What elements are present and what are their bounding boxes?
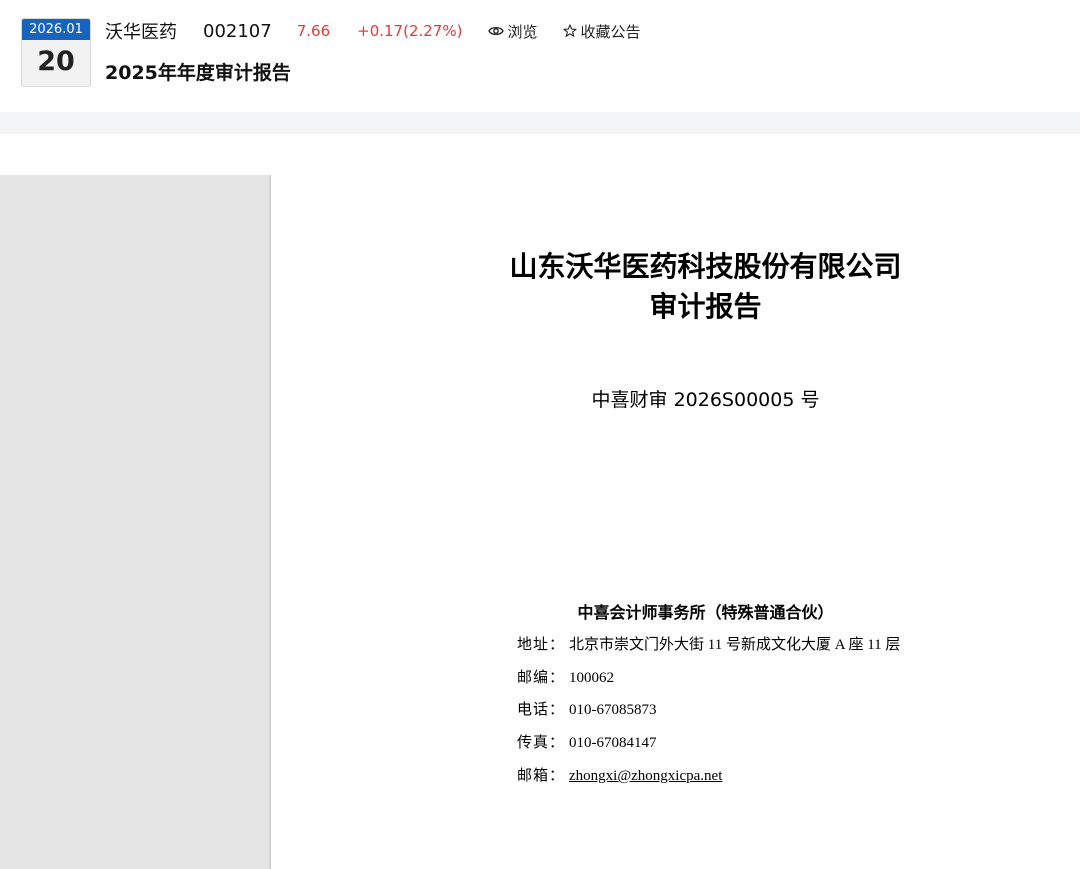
- date-day: 20: [37, 46, 75, 77]
- stock-code[interactable]: 002107: [203, 21, 272, 42]
- address-value: 北京市崇文门外大街 11 号新成文化大厦 A 座 11 层: [569, 637, 901, 653]
- address-label: 地址：: [517, 637, 566, 653]
- contact-fax: 传真： 010-67084147: [517, 731, 657, 752]
- report-number: 中喜财审 2026S00005 号: [591, 389, 820, 411]
- email-link[interactable]: zhongxi@zhongxicpa.net: [569, 768, 722, 784]
- postcode-label: 邮编：: [517, 670, 566, 686]
- document-page[interactable]: 山东沃华医药科技股份有限公司 审计报告 中喜财审 2026S00005 号 中喜…: [271, 175, 1080, 869]
- phone-value: 010-67085873: [569, 702, 657, 718]
- contact-phone: 电话： 010-67085873: [517, 698, 657, 719]
- stock-info-row: 沃华医药 002107 7.66 +0.17(2.27%) 浏览 收藏公告: [105, 18, 640, 44]
- star-outline-icon: [563, 24, 578, 38]
- contact-address: 地址： 北京市崇文门外大街 11 号新成文化大厦 A 座 11 层: [517, 633, 900, 654]
- announcement-header: 2026.01 20 沃华医药 002107 7.66 +0.17(2.27%)…: [0, 0, 1080, 112]
- browse-button[interactable]: 浏览: [488, 21, 537, 42]
- document-company-title: 山东沃华医药科技股份有限公司: [509, 250, 902, 283]
- phone-label: 电话：: [517, 702, 566, 718]
- document-report-type: 审计报告: [649, 290, 762, 323]
- favorite-button[interactable]: 收藏公告: [563, 21, 640, 42]
- fax-label: 传真：: [517, 735, 566, 751]
- email-label: 邮箱：: [517, 768, 566, 784]
- date-year-month: 2026.01: [22, 19, 90, 40]
- thumbnail-panel[interactable]: [0, 175, 271, 869]
- favorite-label: 收藏公告: [580, 22, 641, 41]
- header-divider: [0, 112, 1080, 134]
- audit-firm-name: 中喜会计师事务所（特殊普通合伙）: [577, 603, 834, 622]
- browse-label: 浏览: [507, 22, 538, 41]
- notice-title: 2025年年度审计报告: [105, 62, 291, 84]
- eye-icon: [488, 25, 505, 37]
- stock-price: 7.66: [296, 22, 331, 40]
- postcode-value: 100062: [569, 670, 615, 686]
- stock-name[interactable]: 沃华医药: [105, 18, 177, 44]
- contact-postcode: 邮编： 100062: [517, 666, 614, 687]
- contact-email: 邮箱： zhongxi@zhongxicpa.net: [517, 764, 722, 785]
- date-badge: 2026.01 20: [21, 18, 91, 87]
- stock-change: +0.17(2.27%): [357, 22, 463, 40]
- fax-value: 010-67084147: [569, 735, 657, 751]
